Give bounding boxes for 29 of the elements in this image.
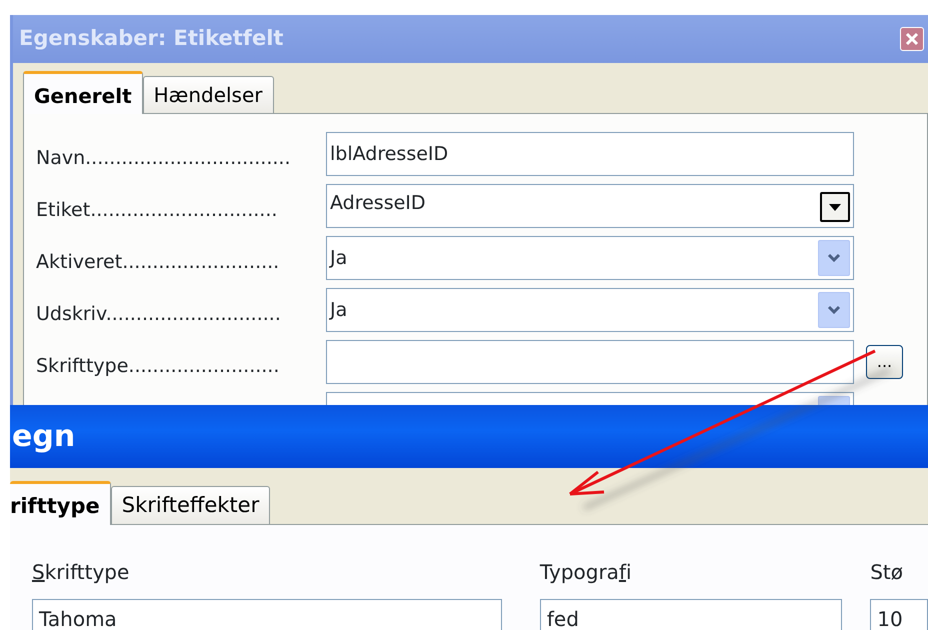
field-label: Typografi [540, 559, 633, 586]
tab[interactable]: rifttype [10, 480, 111, 525]
field-label: Skrifttype......................... [36, 354, 280, 379]
browse-button[interactable]: ... [866, 345, 903, 379]
field-label: Stø [870, 559, 904, 586]
window-title: Egenskaber: Etiketfelt [19, 25, 284, 52]
field-label: Skrifttype [32, 559, 130, 586]
field-label: Etiket............................... [36, 198, 278, 223]
chevron-icon [826, 304, 842, 316]
dropdown[interactable]: Ja [326, 236, 854, 280]
tab[interactable]: Generelt [23, 71, 143, 114]
text-field[interactable]: 10 [870, 599, 928, 630]
chevron-icon [826, 252, 842, 264]
text-field[interactable]: Tahoma [32, 599, 502, 630]
text-field[interactable]: fed [540, 599, 842, 630]
dropdown[interactable]: Ja [326, 288, 854, 332]
text-field[interactable]: lblAdresseID [326, 132, 854, 176]
dropdown-button[interactable] [820, 192, 850, 222]
close-icon [905, 32, 919, 46]
window-title: egn [12, 418, 76, 456]
field-label: Udskriv............................. [36, 302, 282, 327]
tab[interactable]: Skrifteffekter [110, 486, 270, 524]
field-label: Navn.................................. [36, 146, 292, 171]
tab[interactable]: Hændelser [142, 76, 274, 113]
chevron-icon [827, 201, 843, 213]
field-label: Aktiveret.......................... [36, 250, 280, 275]
text-field[interactable] [326, 340, 854, 384]
combo-box[interactable]: AdresseID [326, 184, 854, 228]
close-button[interactable] [900, 27, 924, 51]
